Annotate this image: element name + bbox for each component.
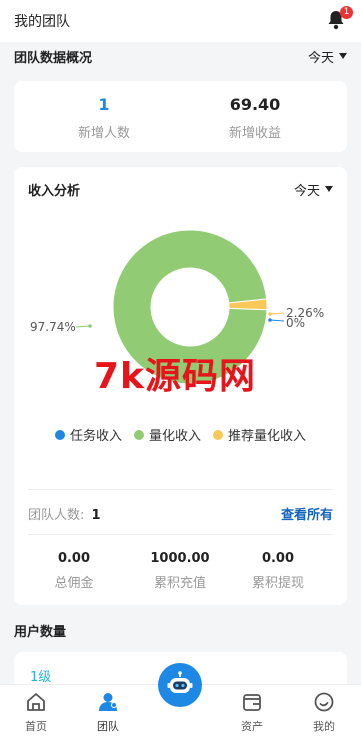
- overview-header: 团队数据概况 今天: [14, 46, 347, 66]
- income-card: 收入分析 今天 97.74% 2.26% 0% 7k源码网 任务收入 量化收入 推荐…: [14, 167, 347, 605]
- total-commission-value: 0.00: [57, 551, 91, 566]
- legend-dot: [213, 429, 223, 440]
- view-all-link[interactable]: 查看所有: [281, 504, 333, 523]
- chart-legend: 任务收入 量化收入 推荐量化收入: [14, 425, 347, 444]
- robot-icon: [167, 671, 193, 693]
- notification-badge: 1: [340, 6, 353, 19]
- notification-bell[interactable]: 1: [327, 6, 353, 32]
- team-count-value: 1: [91, 508, 101, 523]
- divider: [28, 489, 333, 490]
- bottom-tab-bar: 首页 团队 资产 我的: [0, 663, 361, 739]
- legend-label-referral: 推荐量化收入: [228, 429, 307, 444]
- pie-value-label: 0%: [286, 316, 305, 330]
- tab-team-label: 团队: [97, 720, 119, 733]
- new-income-value: 69.40: [229, 95, 281, 114]
- tab-home-label: 首页: [25, 720, 47, 733]
- tab-assets[interactable]: 资产: [222, 685, 282, 734]
- total-commission-stat: 0.00 总佣金: [24, 551, 124, 591]
- legend-item-quant[interactable]: 量化收入: [133, 425, 201, 444]
- legend-label-quant: 量化收入: [148, 429, 201, 444]
- total-recharge-value: 1000.00: [150, 551, 210, 566]
- new-members-label: 新增人数: [77, 126, 130, 141]
- tab-profile-label: 我的: [313, 720, 335, 733]
- legend-label-task: 任务收入: [69, 429, 122, 444]
- tab-robot[interactable]: [158, 663, 202, 707]
- home-icon: [27, 693, 45, 711]
- page-title: 我的团队: [14, 14, 70, 30]
- new-members-value: 1: [98, 95, 110, 114]
- chevron-down-icon: [339, 53, 347, 59]
- level-tab[interactable]: 1级: [30, 666, 51, 685]
- new-income-label: 新增收益: [228, 126, 281, 141]
- legend-dot: [54, 429, 65, 440]
- total-withdraw-stat: 0.00 累积提现: [228, 551, 328, 591]
- overview-card: 1 新增人数 69.40 新增收益: [14, 81, 347, 152]
- pie-value-label: 97.74%: [30, 320, 76, 334]
- new-income-stat: 69.40 新增收益: [185, 95, 325, 141]
- pie-leader-line: [269, 312, 285, 315]
- wallet-icon: [243, 694, 261, 711]
- pie-leader-dot: [268, 312, 272, 316]
- total-withdraw-value: 0.00: [261, 551, 295, 566]
- pie-leader-line: [269, 319, 285, 322]
- tab-profile[interactable]: 我的: [294, 685, 354, 734]
- pie-leader-dot: [268, 318, 272, 322]
- team-count: 团队人数: 1: [28, 504, 101, 523]
- tab-assets-label: 资产: [241, 720, 263, 733]
- watermark: 7k源码网: [94, 356, 256, 397]
- team-count-label: 团队人数:: [28, 508, 85, 523]
- team-icon: [99, 693, 117, 711]
- total-recharge-label: 累积充值: [153, 576, 206, 591]
- users-header: 用户数量: [14, 620, 347, 640]
- tab-team[interactable]: 团队: [78, 685, 138, 734]
- pie-leader-dot: [88, 324, 92, 328]
- users-title: 用户数量: [14, 624, 67, 640]
- overview-period-select[interactable]: 今天: [308, 47, 347, 66]
- tab-home[interactable]: 首页: [6, 685, 66, 734]
- pie-leader-line: [75, 325, 91, 328]
- total-recharge-stat: 1000.00 累积充值: [130, 551, 230, 591]
- legend-item-task[interactable]: 任务收入: [54, 425, 122, 444]
- legend-item-referral[interactable]: 推荐量化收入: [213, 425, 306, 444]
- profile-icon: [314, 692, 334, 712]
- total-withdraw-label: 累积提现: [251, 576, 304, 591]
- divider: [28, 534, 333, 535]
- overview-period-value: 今天: [307, 50, 334, 66]
- overview-title: 团队数据概况: [14, 50, 93, 66]
- top-bar: 我的团队 1: [0, 0, 361, 42]
- total-commission-label: 总佣金: [54, 576, 94, 591]
- legend-dot: [133, 429, 144, 440]
- new-members-stat: 1 新增人数: [34, 95, 174, 141]
